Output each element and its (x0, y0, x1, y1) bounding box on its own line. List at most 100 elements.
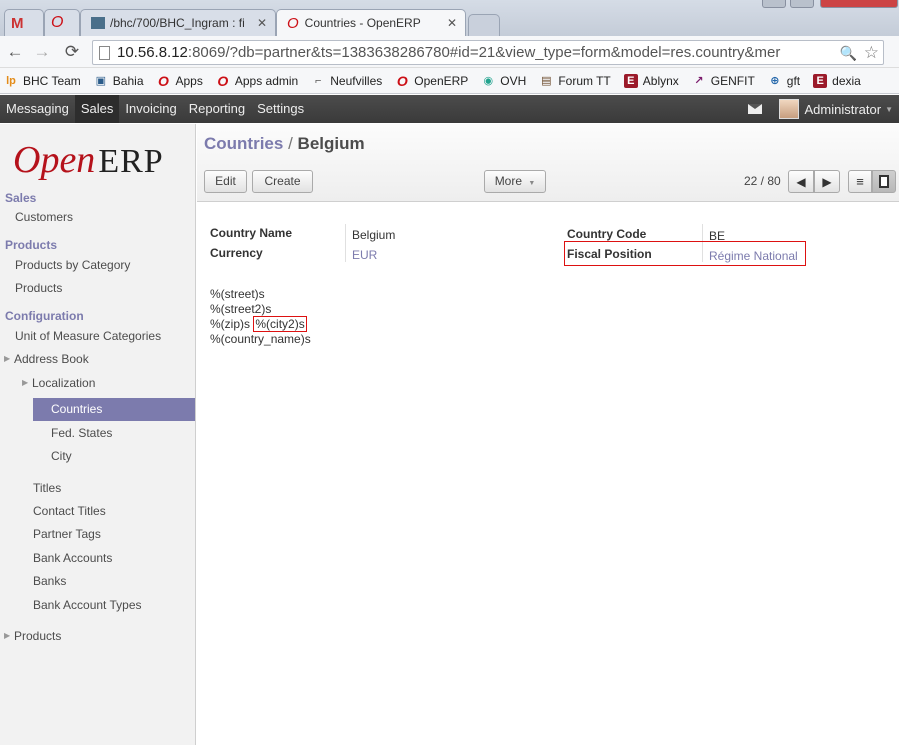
bookmark-label: Ablynx (642, 73, 679, 88)
user-menu[interactable]: Administrator (805, 102, 882, 117)
bookmark-apps[interactable]: O Apps (157, 72, 203, 89)
globe-icon: ⊕ (770, 75, 780, 87)
bookmark-genfit[interactable]: ↗ GENFIT (692, 74, 755, 88)
opera-icon: O (51, 14, 64, 31)
bookmark-label: Neufvilles (330, 73, 383, 88)
sidebar-item-banks[interactable]: Banks (33, 574, 66, 588)
country-name-label: Country Name (210, 226, 293, 240)
breadcrumb: Countries / Belgium (204, 134, 365, 154)
sidebar-section-configuration: Configuration (5, 309, 84, 323)
pager-counter: 22 / 80 (744, 174, 781, 188)
browser-tab-bar: M O /bhc/700/BHC_Ingram : fi ✕ O Countri… (0, 0, 899, 36)
openerp-logo[interactable]: Open ERP (13, 138, 164, 181)
next-record-button[interactable]: ▶ (814, 170, 840, 193)
list-icon: ≡ (856, 174, 864, 189)
list-view-button[interactable]: ≡ (848, 170, 872, 193)
bookmark-apps-admin[interactable]: O Apps admin (216, 72, 299, 89)
form-view-button[interactable] (872, 170, 896, 193)
tab-gmail[interactable]: M (4, 9, 44, 36)
expand-triangle-icon[interactable]: ▶ (4, 354, 10, 363)
expand-triangle-icon[interactable]: ▶ (22, 378, 28, 387)
avatar[interactable] (778, 99, 799, 119)
sidebar-item-bank-accounts[interactable]: Bank Accounts (33, 551, 112, 565)
sidebar-item-fed-states[interactable]: Fed. States (51, 426, 112, 440)
opera-icon: O (158, 72, 169, 89)
edit-button[interactable]: Edit (204, 170, 247, 193)
sidebar-item-countries[interactable]: Countries (33, 398, 195, 421)
reload-icon[interactable]: ⟳ (61, 42, 83, 62)
page-title: Belgium (297, 134, 365, 153)
sidebar-item-uom-categories[interactable]: Unit of Measure Categories (15, 329, 161, 343)
sidebar-item-bank-account-types[interactable]: Bank Account Types (33, 598, 142, 612)
bookmark-label: Apps admin (234, 73, 299, 88)
sidebar-section-sales: Sales (5, 191, 37, 205)
menu-sales[interactable]: Sales (74, 95, 120, 123)
bookmark-dexia[interactable]: Edexia (813, 73, 861, 88)
previous-record-button[interactable]: ◀ (788, 170, 814, 193)
forward-icon[interactable]: → (31, 42, 53, 62)
bookmark-gft[interactable]: ⊕ gft (768, 74, 800, 88)
bookmark-label: OpenERP (414, 73, 469, 88)
menu-reporting[interactable]: Reporting (183, 95, 251, 123)
sidebar-item-products-bottom[interactable]: Products (14, 629, 61, 643)
bookmark-ovh[interactable]: ◉ OVH (481, 74, 526, 88)
sidebar-item-contact-titles[interactable]: Contact Titles (33, 504, 106, 518)
sidebar-item-products-by-category[interactable]: Products by Category (15, 258, 130, 272)
country-code-label: Country Code (567, 227, 647, 241)
tab-bhc-ingram[interactable]: /bhc/700/BHC_Ingram : fi ✕ (80, 9, 276, 36)
tab-countries-openerp[interactable]: O Countries - OpenERP ✕ (276, 9, 466, 36)
bookmark-bhc-team[interactable]: lp BHC Team (4, 74, 81, 88)
minimize-icon[interactable] (762, 0, 786, 8)
expand-triangle-icon[interactable]: ▶ (4, 631, 10, 640)
bookmark-label: BHC Team (23, 73, 81, 88)
bahia-icon: ▣ (95, 75, 106, 87)
bookmark-label: GENFIT (710, 73, 755, 88)
ovh-icon: ◉ (483, 75, 494, 87)
currency-label: Currency (210, 246, 263, 260)
page-icon (99, 46, 110, 60)
sidebar-item-partner-tags[interactable]: Partner Tags (33, 527, 101, 541)
menu-settings[interactable]: Settings (251, 95, 310, 123)
tab-opera[interactable]: O (44, 9, 80, 36)
bookmark-neufvilles[interactable]: ⌐ Neufvilles (311, 74, 382, 88)
bookmarks-bar: lp BHC Team ▣ Bahia O Apps O Apps admin ⌐ Neufvil… (0, 68, 899, 94)
menu-messaging[interactable]: Messaging (0, 95, 75, 123)
url-host: 10.56.8.12 (117, 44, 188, 61)
bookmark-forum-tt[interactable]: ▤ Forum TT (539, 74, 611, 88)
highlight-box-city2: %(city2)s (253, 316, 307, 332)
chevron-down-icon[interactable]: ▼ (885, 105, 893, 114)
star-icon[interactable]: ☆ (864, 41, 879, 64)
menu-invoicing[interactable]: Invoicing (119, 95, 182, 123)
bookmark-icon: ⌐ (315, 74, 322, 87)
sidebar-item-products[interactable]: Products (15, 281, 62, 295)
create-button[interactable]: Create (252, 170, 313, 193)
arrow-right-icon: ▶ (822, 174, 832, 189)
bookmark-openerp[interactable]: O OpenERP (395, 73, 469, 89)
fiscal-position-link[interactable]: Régime National (709, 249, 798, 263)
mail-icon[interactable] (747, 104, 762, 114)
sidebar-item-customers[interactable]: Customers (15, 210, 73, 224)
tab-title: /bhc/700/BHC_Ingram : fi (110, 16, 245, 30)
sidebar-item-address-book[interactable]: Address Book (14, 352, 89, 366)
close-window-icon[interactable] (820, 0, 898, 8)
url-path: :8069/?db=partner&ts=1383638286780#id=21… (187, 44, 781, 61)
new-tab-button[interactable] (468, 14, 500, 36)
sidebar-item-city[interactable]: City (51, 449, 72, 463)
address-bar[interactable]: 10.56.8.12:8069/?db=partner&ts=138363828… (92, 40, 884, 65)
close-tab-icon[interactable]: ✕ (447, 16, 457, 30)
fiscal-position-label: Fiscal Position (567, 247, 652, 261)
breadcrumb-countries-link[interactable]: Countries (204, 134, 283, 153)
currency-link[interactable]: EUR (352, 248, 377, 262)
sidebar-item-titles[interactable]: Titles (33, 481, 61, 495)
back-icon[interactable]: ← (4, 42, 26, 62)
close-tab-icon[interactable]: ✕ (257, 16, 267, 30)
form-icon (879, 175, 889, 188)
opera-icon: O (217, 72, 229, 89)
bookmark-label: OVH (500, 73, 527, 88)
bookmark-ablynx[interactable]: E Ablynx (623, 73, 679, 88)
bookmark-bahia[interactable]: ▣ Bahia (94, 74, 144, 88)
restore-icon[interactable] (790, 0, 814, 8)
search-icon[interactable]: 🔍 (840, 42, 857, 64)
more-button[interactable]: More ▼ (484, 170, 546, 193)
sidebar-item-localization[interactable]: Localization (32, 376, 95, 390)
